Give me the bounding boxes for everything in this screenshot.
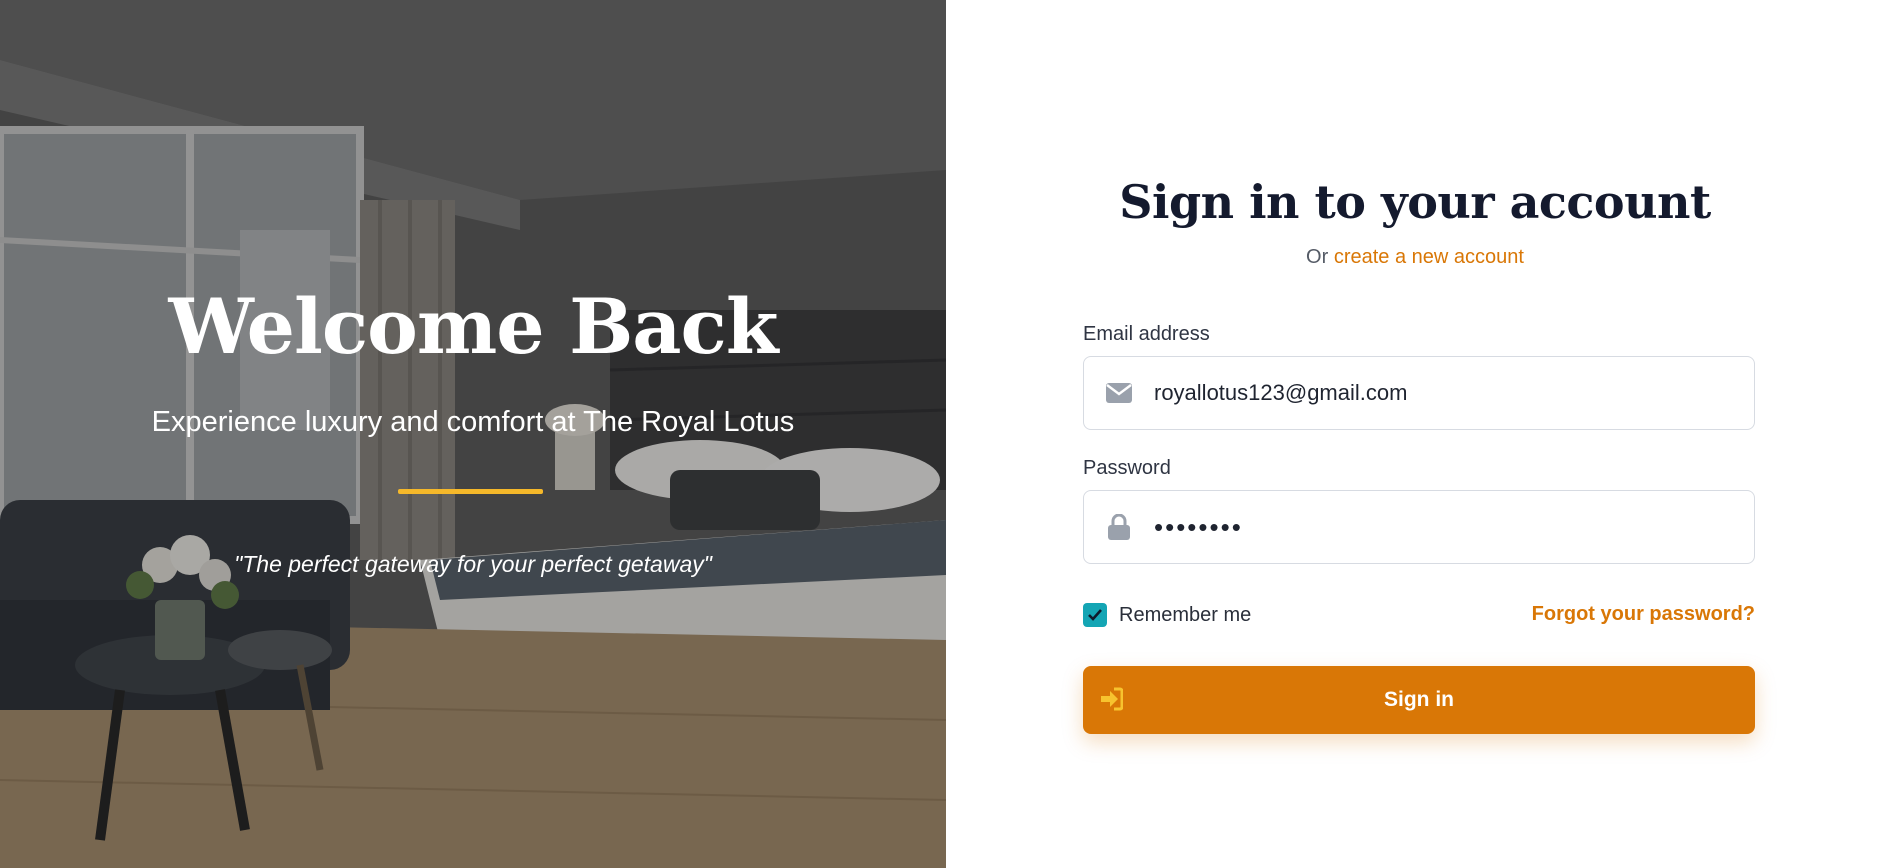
sign-in-panel: Sign in to your account Or create a new … [946, 0, 1884, 868]
alt-prefix: Or [1306, 246, 1329, 268]
envelope-icon [1084, 383, 1154, 403]
forgot-password-link[interactable]: Forgot your password? [1532, 603, 1755, 626]
hero-heading: Welcome Back [168, 282, 779, 371]
password-label: Password [1083, 457, 1171, 479]
password-field[interactable] [1083, 490, 1755, 564]
sign-in-title: Sign in to your account [1119, 175, 1711, 229]
check-icon [1088, 609, 1102, 621]
remember-me-row[interactable]: Remember me [1083, 603, 1251, 627]
hero-accent-divider [398, 489, 543, 494]
hero-content: Welcome Back Experience luxury and comfo… [0, 0, 946, 868]
sign-in-icon [1099, 686, 1124, 718]
sign-in-button-label: Sign in [1384, 688, 1454, 711]
remember-me-label: Remember me [1119, 603, 1252, 626]
password-input[interactable] [1154, 491, 1754, 563]
hero-tagline-quote: "The perfect gateway for your perfect ge… [234, 551, 712, 577]
hero-subheading: Experience luxury and comfort at The Roy… [151, 406, 795, 438]
lock-icon [1084, 514, 1154, 540]
email-field[interactable] [1083, 356, 1755, 430]
remember-me-checkbox[interactable] [1083, 603, 1107, 627]
email-input[interactable] [1154, 357, 1754, 429]
sign-in-button[interactable]: Sign in [1083, 666, 1755, 734]
create-account-prompt: Or create a new account [946, 246, 1884, 269]
create-account-link[interactable]: create a new account [1334, 246, 1524, 268]
email-label: Email address [1083, 323, 1210, 345]
hero-panel: Welcome Back Experience luxury and comfo… [0, 0, 946, 868]
